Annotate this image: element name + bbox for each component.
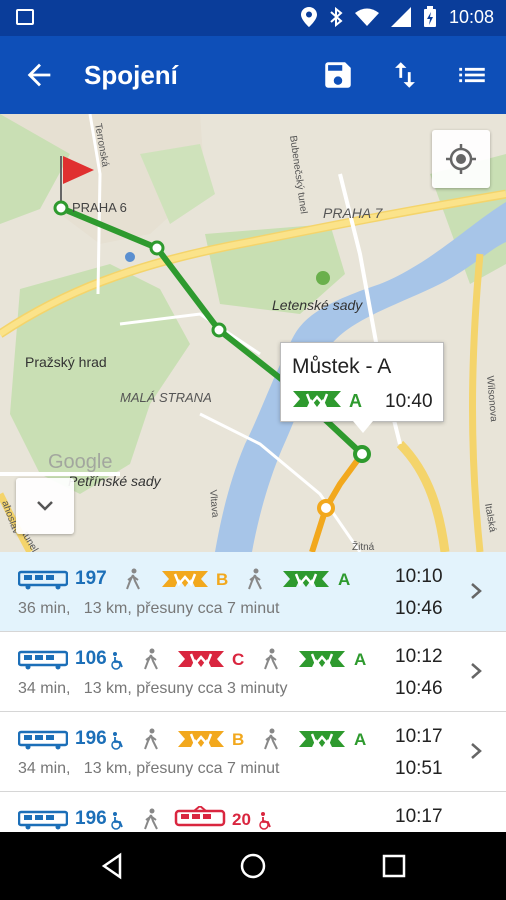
app-bar: Spojení: [0, 36, 506, 114]
departure-time: 10:17: [395, 806, 443, 827]
tram-icon: [174, 806, 226, 827]
save-icon[interactable]: [321, 58, 355, 92]
metro-logo-icon: [299, 731, 345, 747]
google-watermark: Google: [48, 451, 113, 473]
list-item[interactable]: 106 C A 10:12 10:46 34 min, 13 km, přesu…: [0, 632, 506, 712]
chevron-right-icon: [471, 583, 482, 599]
map-label-mala-strana: MALÁ STRANA: [120, 390, 212, 405]
bus-line-number: 106: [75, 648, 107, 669]
wheelchair-icon: [259, 812, 271, 830]
popup-line: A: [349, 391, 362, 411]
location-icon: [300, 7, 317, 27]
walk-icon: [144, 808, 158, 830]
battery-icon: [423, 6, 436, 27]
metro-logo-icon: [299, 651, 345, 667]
map-label-vltava: Vltava: [207, 489, 220, 518]
map-label-praha6: PRAHA 6: [72, 200, 127, 215]
map-canvas: PRAHA 6 PRAHA 7 Letenské sady Pražský hr…: [0, 114, 506, 552]
chevron-right-icon: [471, 663, 482, 679]
metro-logo-icon: [178, 731, 224, 747]
station-popup[interactable]: Můstek - A A 10:40: [280, 342, 444, 433]
metro-line-label: A: [338, 570, 351, 589]
walk-icon: [126, 568, 140, 590]
metro-logo-icon: [293, 391, 341, 407]
map-label-italska: Italská: [482, 503, 498, 534]
bus-icon: [18, 650, 68, 670]
back-arrow-icon[interactable]: [22, 58, 56, 92]
map-label-letenske: Letenské sady: [272, 297, 363, 313]
walk-icon: [144, 728, 158, 750]
bus-line-number: 196: [75, 728, 107, 749]
walk-icon: [144, 648, 158, 670]
list-icon[interactable]: [455, 58, 489, 92]
back-nav-icon[interactable]: [98, 852, 126, 880]
status-time: 10:08: [448, 6, 494, 27]
connection-info: 34 min, 13 km, přesuny cca 7 minut: [18, 760, 280, 777]
wheelchair-icon: [111, 732, 123, 750]
list-item[interactable]: 197 B A 10:10 10:46 36 min, 13 km, přesu…: [0, 552, 506, 632]
crosshair-icon: [446, 144, 476, 174]
metro-logo-icon: [178, 651, 224, 667]
wheelchair-icon: [111, 812, 123, 830]
recents-nav-icon[interactable]: [380, 852, 408, 880]
signal-icon: [390, 7, 411, 27]
my-location-button[interactable]: [432, 130, 490, 188]
departure-time: 10:12: [395, 646, 443, 667]
connection-info: 36 min, 13 km, přesuny cca 7 minut: [18, 600, 280, 617]
map-label-praha7: PRAHA 7: [323, 205, 384, 221]
bus-line-number: 197: [75, 568, 107, 589]
metro-line-label: C: [232, 650, 245, 669]
map-label-zitna: Žitná: [352, 540, 375, 552]
list-item[interactable]: 196 20 10:17: [0, 792, 506, 832]
map-label-wilsonova: Wilsonova: [484, 375, 499, 422]
metro-logo-icon: [283, 571, 329, 587]
navigation-bar: [0, 832, 506, 900]
park-icon: [316, 271, 330, 285]
tram-line-label: 20: [232, 810, 251, 829]
transit-icon: [125, 252, 135, 262]
popup-station-name: Můstek - A: [292, 355, 392, 378]
walk-icon: [248, 568, 262, 590]
map-label-petrinske: Petřínské sady: [68, 473, 162, 489]
walk-icon: [264, 728, 278, 750]
collapse-map-button[interactable]: [16, 478, 74, 534]
status-bar: 10:08: [0, 0, 506, 36]
wifi-icon: [354, 8, 379, 26]
metro-line-label: A: [354, 730, 367, 749]
page-title: Spojení: [84, 60, 178, 90]
home-nav-icon[interactable]: [239, 852, 267, 880]
bus-icon: [18, 810, 68, 830]
map-label-bubenec: Bubenečský tunel: [287, 135, 309, 215]
arrival-time: 10:46: [395, 678, 443, 699]
chevron-down-icon: [37, 501, 53, 511]
metro-line-label: B: [232, 730, 245, 749]
departure-time: 10:17: [395, 726, 443, 747]
chevron-right-icon: [471, 743, 482, 759]
arrival-time: 10:46: [395, 598, 443, 619]
metro-line-label: B: [216, 570, 229, 589]
metro-line-label: A: [354, 650, 367, 669]
map-view[interactable]: PRAHA 6 PRAHA 7 Letenské sady Pražský hr…: [0, 114, 506, 552]
list-item[interactable]: 196 B A 10:17 10:51 34 min, 13 km, přesu…: [0, 712, 506, 792]
popup-time: 10:40: [385, 391, 433, 412]
wheelchair-icon: [111, 652, 123, 670]
connection-list[interactable]: 197 B A 10:10 10:46 36 min, 13 km, přesu…: [0, 552, 506, 832]
arrival-time: 10:51: [395, 758, 443, 779]
metro-logo-icon: [162, 571, 208, 587]
bluetooth-icon: [330, 7, 343, 27]
swap-vertical-icon[interactable]: [388, 58, 422, 92]
bus-icon: [18, 730, 68, 750]
bus-icon: [18, 570, 68, 590]
map-label-hrad: Pražský hrad: [25, 354, 107, 370]
walk-icon: [264, 648, 278, 670]
departure-time: 10:10: [395, 566, 443, 587]
bus-line-number: 196: [75, 808, 107, 829]
connection-info: 34 min, 13 km, přesuny cca 3 minuty: [18, 680, 288, 697]
image-notification-icon: [16, 9, 34, 25]
